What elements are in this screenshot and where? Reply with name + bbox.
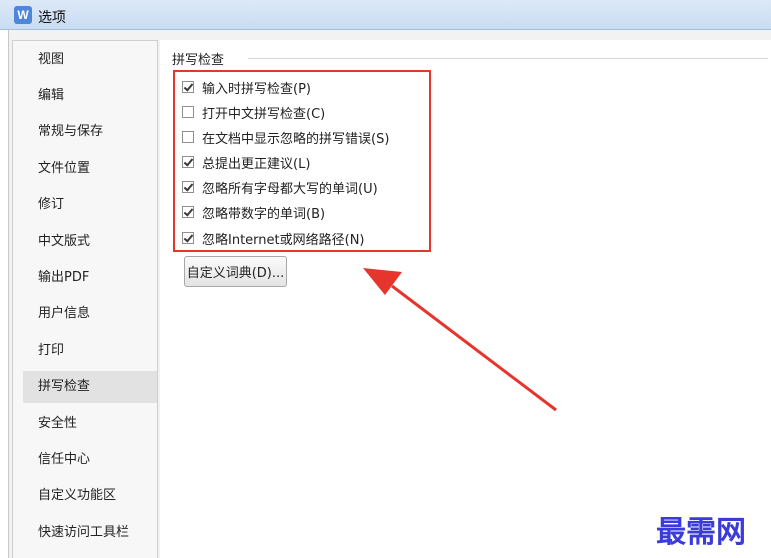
spell-check-group-title: 拼写检查 <box>172 49 229 68</box>
nav-item-edit[interactable]: 编辑 <box>23 80 157 112</box>
nav-item-revision[interactable]: 修订 <box>23 189 157 221</box>
options-nav: 视图 编辑 常规与保存 文件位置 修订 中文版式 输出PDF 用户信息 打印 拼… <box>12 40 158 558</box>
watermark-text: 最需网 <box>656 515 746 550</box>
nav-item-view[interactable]: 视图 <box>23 44 157 76</box>
nav-item-chinese-layout[interactable]: 中文版式 <box>23 226 157 258</box>
nav-item-output-pdf[interactable]: 输出PDF <box>23 262 157 294</box>
nav-item-quick-access-toolbar[interactable]: 快速访问工具栏 <box>23 517 157 549</box>
options-content: 拼写检查 输入时拼写检查(P) 打开中文拼写检查(C) 在文档中显示忽略的拼写错… <box>160 40 771 558</box>
nav-item-spell-check[interactable]: 拼写检查 <box>23 371 157 403</box>
nav-item-trust-center[interactable]: 信任中心 <box>23 444 157 476</box>
custom-dictionary-button[interactable]: 自定义词典(D)... <box>184 256 287 287</box>
nav-item-user-info[interactable]: 用户信息 <box>23 298 157 330</box>
title-bar: W 选项 <box>0 0 771 30</box>
group-divider <box>248 58 768 59</box>
window-title: 选项 <box>38 10 66 26</box>
nav-item-security[interactable]: 安全性 <box>23 408 157 440</box>
app-icon: W <box>14 6 32 24</box>
annotation-highlight-box <box>173 70 431 252</box>
nav-item-general-save[interactable]: 常规与保存 <box>23 116 157 148</box>
nav-item-print[interactable]: 打印 <box>23 335 157 367</box>
nav-item-customize-ribbon[interactable]: 自定义功能区 <box>23 480 157 512</box>
nav-item-file-location[interactable]: 文件位置 <box>23 153 157 185</box>
